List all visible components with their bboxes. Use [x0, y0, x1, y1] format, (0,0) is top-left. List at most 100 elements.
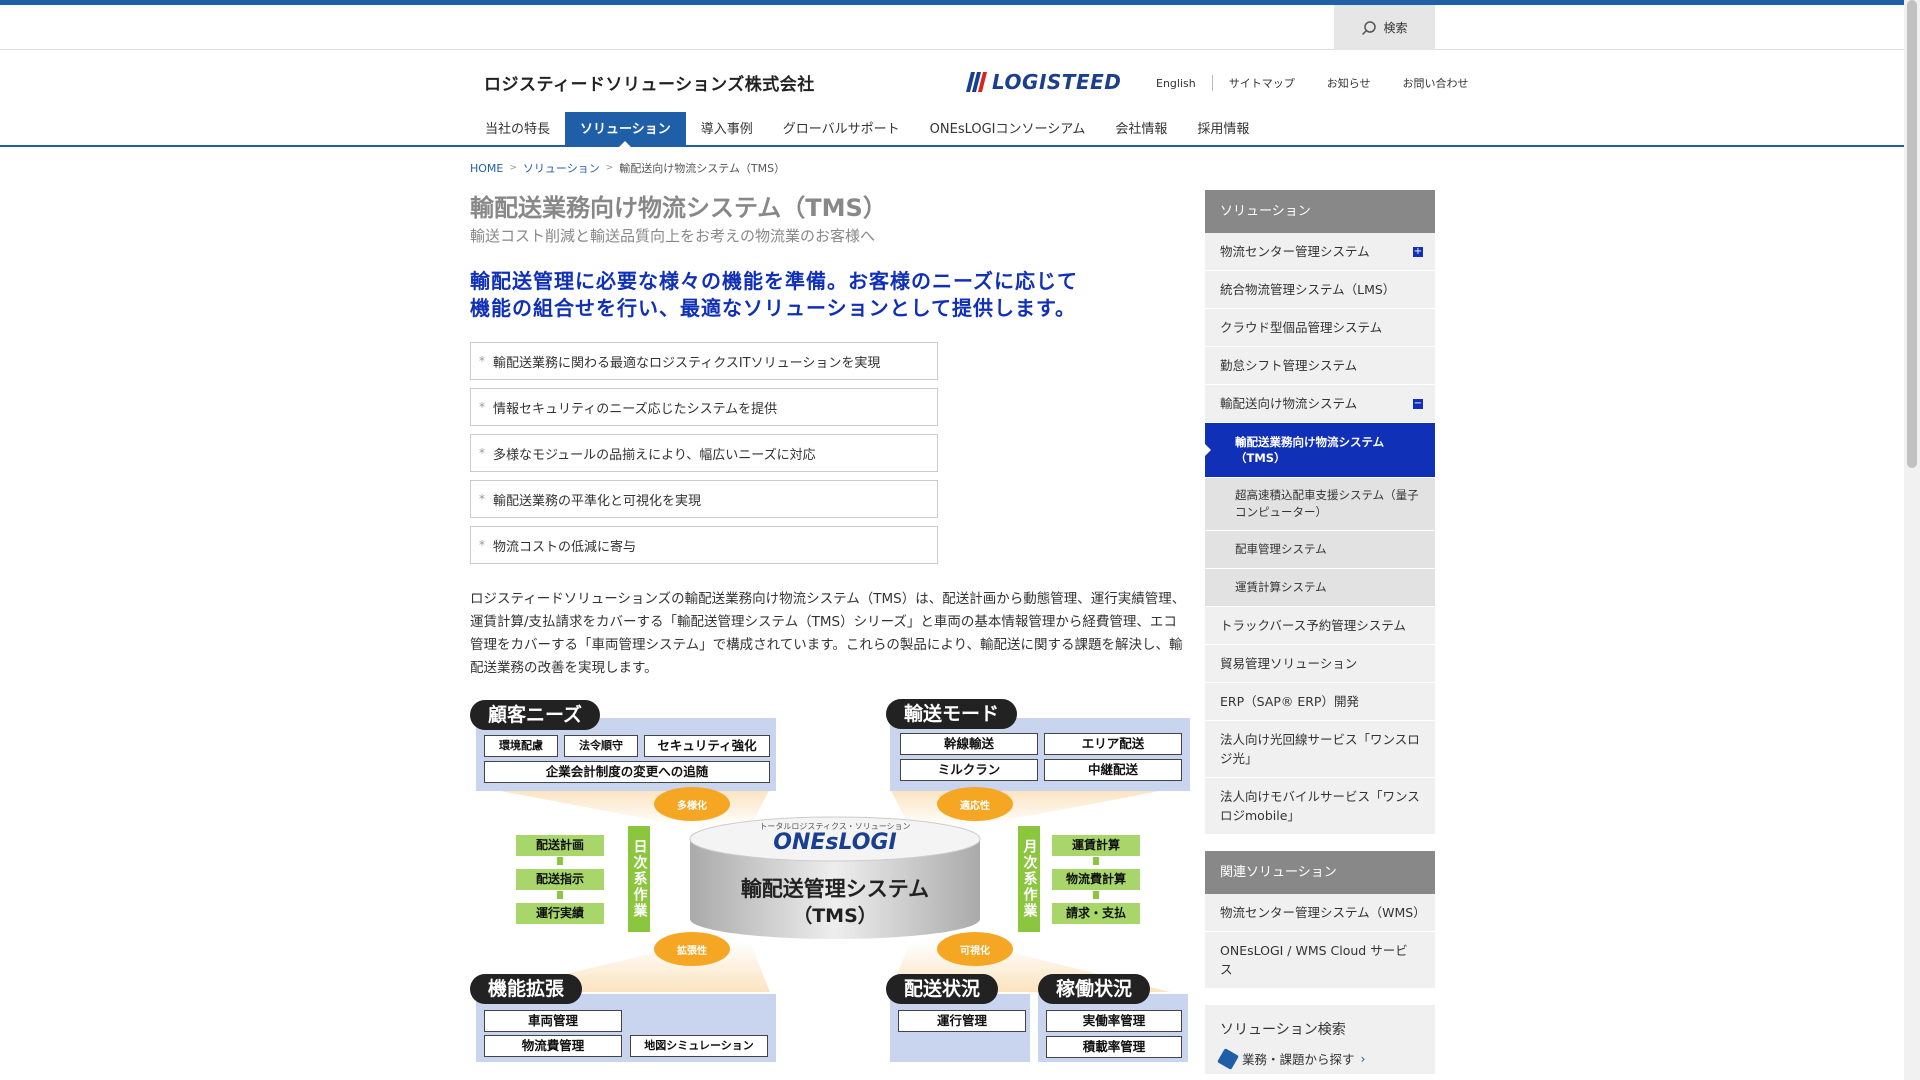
expansion-item: 地図シミュレーション [630, 1035, 768, 1057]
daily-item: 運行実績 [516, 903, 604, 924]
search-by-task-link[interactable]: 業務・課題から探す › [1217, 1047, 1420, 1070]
feature-point: * 情報セキュリティのニーズ応じたシステムを提供 [470, 388, 938, 426]
sidebar-item[interactable]: 法人向けモバイルサービス「ワンスロジmobile」 [1205, 778, 1435, 835]
lead-line-1: 輸配送管理に必要な様々の機能を準備。お客様のニーズに応じて [470, 269, 1078, 293]
breadcrumb: HOME > ソリューション > 輸配送向け物流システム（TMS） [470, 160, 1190, 176]
monthly-work-label: 月次系作業 [1018, 826, 1040, 932]
link-news[interactable]: お知らせ [1311, 75, 1387, 91]
connector-dot [557, 891, 563, 899]
customer-needs-tag: 顧客ニーズ [470, 700, 601, 730]
expansion-item: 物流費管理 [484, 1035, 622, 1057]
sidebar-subitem[interactable]: 配車管理システム [1205, 531, 1435, 569]
lead-line-2: 機能の組合せを行い、最適なソリューションとして提供します。 [470, 296, 1076, 320]
transport-mode-tag: 輸送モード [886, 699, 1018, 729]
sidebar-item[interactable]: クラウド型個品管理システム [1205, 309, 1435, 347]
sidebar-subitem[interactable]: 超高速積込配車支援システム（量子コンピューター） [1205, 478, 1435, 531]
description: ロジスティードソリューションズの輸配送業務向け物流システム（TMS）は、配送計画… [470, 591, 1186, 676]
asterisk-icon: * [479, 492, 485, 506]
sidebar-heading: ソリューション [1205, 190, 1435, 233]
daily-work-label: 日次系作業 [628, 826, 650, 932]
expand-plus-icon[interactable]: + [1413, 246, 1423, 257]
sidebar-item[interactable]: 統合物流管理システム（LMS） [1205, 271, 1435, 309]
operation-item: 積載率管理 [1046, 1036, 1182, 1058]
expansion-tag: 機能拡張 [470, 974, 583, 1004]
monthly-item: 運賃計算 [1052, 835, 1140, 856]
connector-dot [1093, 857, 1099, 865]
sidebar-item[interactable]: トラックバース予約管理システム [1205, 607, 1435, 645]
asterisk-icon: * [479, 354, 485, 368]
global-nav: 当社の特長 ソリューション 導入事例 グローバルサポート ONEsLOGIコンソ… [470, 112, 1264, 147]
related-item[interactable]: 物流センター管理システム（WMS） [1205, 894, 1435, 932]
nav-global-support[interactable]: グローバルサポート [768, 112, 915, 147]
feature-point: * 輸配送業務の平準化と可視化を実現 [470, 480, 938, 518]
logo-stripes-icon [966, 72, 987, 92]
utility-bar: 検索 [0, 5, 1904, 50]
center-brand: ONEsLOGI [773, 830, 897, 855]
search-label: 検索 [1383, 21, 1408, 35]
breadcrumb-current: 輸配送向け物流システム（TMS） [619, 162, 786, 175]
breadcrumb-separator-icon: > [509, 163, 517, 173]
asterisk-icon: * [479, 538, 485, 552]
need-item: 企業会計制度の変更への追随 [484, 761, 770, 783]
breadcrumb-home[interactable]: HOME [470, 162, 503, 175]
search-button[interactable]: 検索 [1334, 5, 1435, 50]
expansion-item: 車両管理 [484, 1010, 622, 1032]
delivery-item: 運行管理 [898, 1010, 1026, 1032]
page-subtitle: 輸送コスト削減と輸送品質向上をお考えの物流業のお客様へ [470, 227, 876, 245]
monthly-item: 物流費計算 [1052, 869, 1140, 890]
nav-consortium[interactable]: ONEsLOGIコンソーシアム [915, 112, 1101, 147]
feature-points: * 輸配送業務に関わる最適なロジスティクスITソリューションを実現 * 情報セキュリ… [470, 342, 938, 564]
nav-features[interactable]: 当社の特長 [470, 112, 565, 147]
link-english[interactable]: English [1140, 77, 1212, 90]
mode-item: 中継配送 [1044, 759, 1182, 781]
sidebar-item[interactable]: 貿易管理ソリューション [1205, 645, 1435, 683]
need-item: 環境配慮 [484, 735, 558, 757]
nav-solutions[interactable]: ソリューション [565, 112, 686, 147]
monthly-item: 請求・支払 [1052, 903, 1140, 924]
sidebar: ソリューション 物流センター管理システム + 統合物流管理システム（LMS） クラ… [1205, 190, 1435, 1074]
asterisk-icon: * [479, 446, 485, 460]
sidebar-item[interactable]: 輸配送向け物流システム − [1205, 385, 1435, 423]
mode-item: エリア配送 [1044, 733, 1182, 755]
breadcrumb-separator-icon: > [605, 163, 614, 173]
delivery-status-tag: 配送状況 [886, 974, 999, 1004]
connector-dot [557, 857, 563, 865]
mode-item: 幹線輸送 [900, 733, 1038, 755]
main-content: HOME > ソリューション > 輸配送向け物流システム（TMS） 輸配送業務向… [470, 160, 1190, 680]
utility-links: English サイトマップ お知らせ お問い合わせ [1140, 75, 1485, 91]
logo[interactable]: LOGISTEED [966, 70, 1121, 94]
feature-point: * 多様なモジュールの品揃えにより、幅広いニーズに対応 [470, 434, 938, 472]
sidebar-item[interactable]: 物流センター管理システム + [1205, 233, 1435, 271]
link-sitemap[interactable]: サイトマップ [1213, 75, 1311, 91]
daily-item: 配送計画 [516, 835, 604, 856]
solution-search-title: ソリューション検索 [1220, 1022, 1346, 1038]
sidebar-item[interactable]: 法人向け光回線サービス「ワンスロジ光」 [1205, 721, 1435, 778]
tms-diagram: 顧客ニーズ 環境配慮 法令順守 セキュリティ強化 企業会計制度の変更への追随 輸… [470, 697, 1190, 1067]
scrollbar-thumb[interactable] [1907, 0, 1917, 468]
related-item[interactable]: ONEsLOGI / WMS Cloud サービス [1205, 932, 1435, 989]
center-title: 輸配送管理システム [740, 877, 930, 901]
chevron-right-icon: › [1360, 1051, 1366, 1066]
sidebar-item-current[interactable]: 輸配送業務向け物流システム（TMS） [1205, 423, 1435, 478]
sidebar-subitem[interactable]: 運賃計算システム [1205, 569, 1435, 607]
feature-point: * 物流コストの低減に寄与 [470, 526, 938, 564]
nav-company[interactable]: 会社情報 [1100, 112, 1182, 147]
need-item: 法令順守 [564, 735, 638, 757]
company-name[interactable]: ロジスティードソリューションズ株式会社 [484, 70, 815, 95]
sidebar-item[interactable]: ERP（SAP® ERP）開発 [1205, 683, 1435, 721]
scrollbar[interactable] [1904, 0, 1920, 1080]
breadcrumb-solutions[interactable]: ソリューション [523, 160, 600, 176]
feature-point: * 輸配送業務に関わる最適なロジスティクスITソリューションを実現 [470, 342, 938, 380]
link-contact[interactable]: お問い合わせ [1387, 75, 1485, 91]
asterisk-icon: * [479, 400, 485, 414]
nav-cases[interactable]: 導入事例 [686, 112, 768, 147]
collapse-minus-icon[interactable]: − [1413, 398, 1423, 409]
search-icon [1362, 20, 1377, 35]
need-item: セキュリティ強化 [644, 735, 770, 757]
lead-text: 輸配送管理に必要な様々の機能を準備。お客様のニーズに応じて 機能の組合せを行い、… [470, 268, 1190, 322]
site-header: ロジスティードソリューションズ株式会社 LOGISTEED English サイ… [0, 50, 1904, 147]
sidebar-item[interactable]: 勤怠シフト管理システム [1205, 347, 1435, 385]
nav-recruit[interactable]: 採用情報 [1182, 112, 1264, 147]
solution-search: ソリューション検索 業務・課題から探す › [1205, 1005, 1435, 1074]
